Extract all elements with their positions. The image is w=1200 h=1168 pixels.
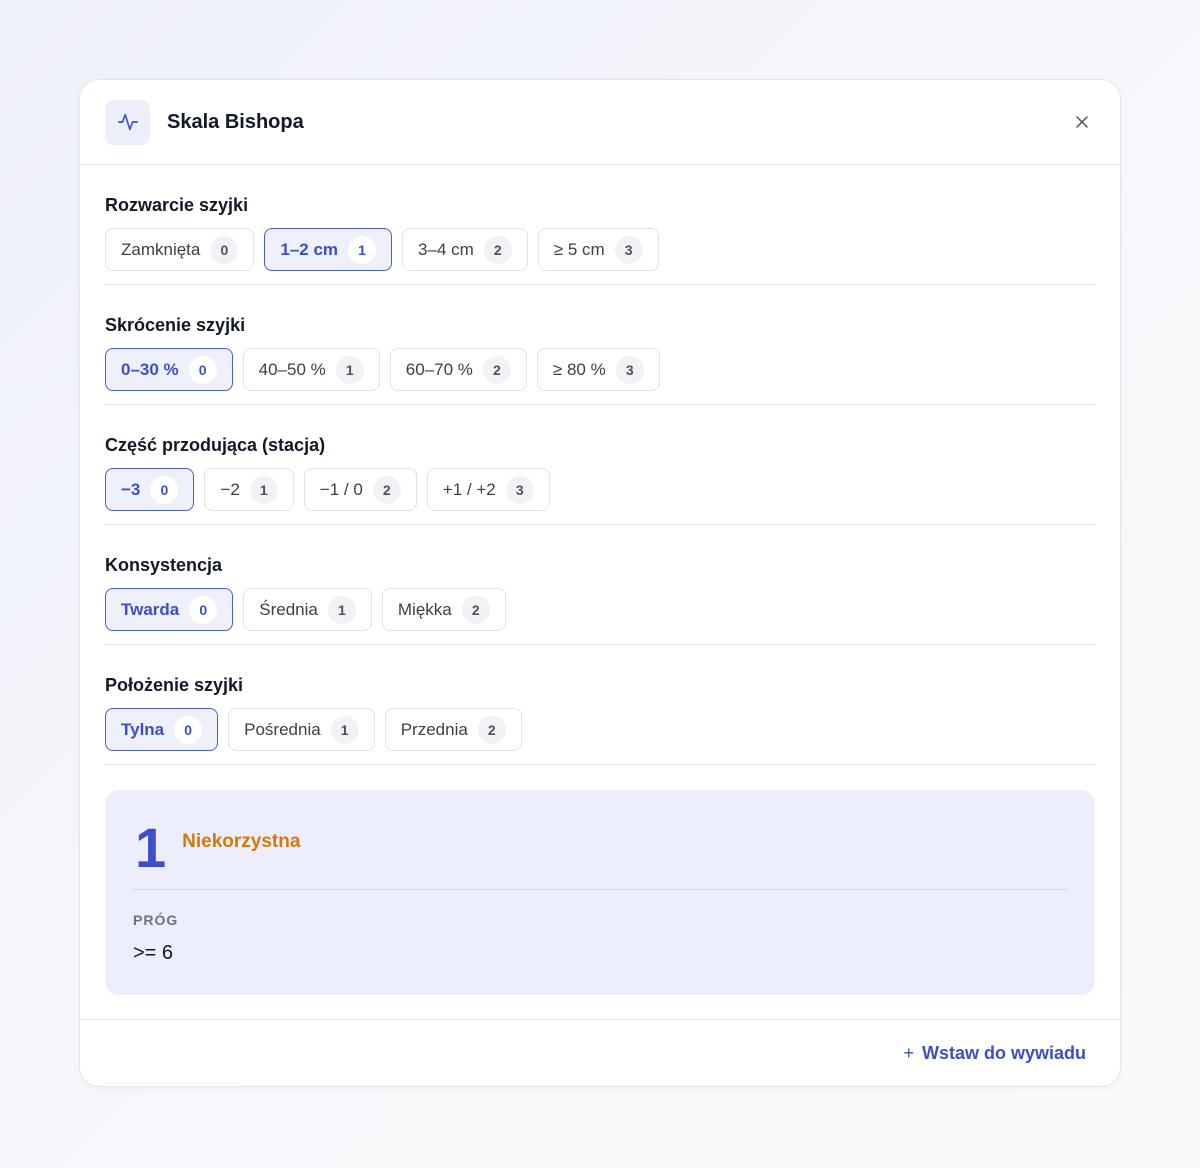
- option-button[interactable]: Pośrednia 1: [228, 708, 375, 751]
- criterion-label: Konsystencja: [105, 555, 223, 575]
- option-button[interactable]: 60–70 % 2: [389, 348, 527, 391]
- result-summary: 1 Niekorzystna: [133, 810, 1067, 890]
- plus-icon: +: [903, 1042, 914, 1063]
- threshold-value: >= 6: [133, 942, 174, 964]
- result-panel: 1 Niekorzystna PRÓG >= 6: [105, 790, 1095, 995]
- option-score-badge: 2: [482, 355, 511, 384]
- option-label: 1–2 cm: [280, 239, 339, 259]
- insert-into-history-button[interactable]: + Wstaw do wywiadu: [903, 1043, 1086, 1064]
- option-button[interactable]: ≥ 80 % 3: [536, 348, 660, 391]
- bishop-score-card: Skala Bishopa Rozwarcie szyjki Zamknięta 0…: [79, 79, 1121, 1087]
- option-button[interactable]: ≥ 5 cm 3: [537, 228, 659, 271]
- option-label: −1 / 0: [319, 479, 363, 499]
- option-label: 3–4 cm: [418, 239, 474, 259]
- card-header: Skala Bishopa: [80, 80, 1120, 165]
- option-score-badge: 1: [327, 595, 356, 624]
- criteria-list: Rozwarcie szyjki Zamknięta 0 1–2 cm 1 3–4 cm 2…: [80, 165, 1120, 765]
- insert-button-label: Wstaw do wywiadu: [921, 1042, 1086, 1063]
- option-score-badge: 0: [174, 715, 203, 744]
- option-label: 40–50 %: [258, 359, 326, 379]
- page-title: Skala Bishopa: [167, 110, 304, 133]
- threshold-label: PRÓG: [133, 912, 179, 928]
- option-group: Tylna 0 Pośrednia 1 Przednia 2: [105, 708, 1095, 751]
- option-button[interactable]: Twarda 0: [105, 588, 234, 631]
- criterion-label: Rozwarcie szyjki: [105, 195, 249, 215]
- close-icon[interactable]: [1070, 110, 1094, 134]
- option-score-badge: 0: [188, 355, 217, 384]
- option-button[interactable]: Tylna 0: [105, 708, 219, 751]
- option-button[interactable]: Zamknięta 0: [105, 228, 255, 271]
- option-label: Pośrednia: [244, 719, 321, 739]
- option-label: −3: [121, 479, 141, 499]
- criterion-section: Konsystencja Twarda 0 Średnia 1 Miękka 2: [105, 525, 1095, 645]
- option-label: +1 / +2: [442, 479, 496, 499]
- option-score-badge: 0: [210, 235, 239, 264]
- option-group: Twarda 0 Średnia 1 Miękka 2: [105, 588, 1095, 631]
- criterion-section: Skrócenie szyjki 0–30 % 0 40–50 % 1 60–70 % 2 ≥…: [105, 285, 1095, 405]
- option-label: 0–30 %: [121, 359, 179, 379]
- total-score: 1: [135, 815, 167, 879]
- option-label: −2: [220, 479, 240, 499]
- option-button[interactable]: −1 / 0 2: [303, 468, 417, 511]
- card-footer: + Wstaw do wywiadu: [80, 1019, 1120, 1086]
- option-label: Miękka: [397, 599, 452, 619]
- option-score-badge: 2: [461, 595, 490, 624]
- option-label: Zamknięta: [121, 239, 201, 259]
- option-score-badge: 0: [189, 595, 218, 624]
- option-score-badge: 1: [348, 235, 377, 264]
- option-score-badge: 2: [483, 235, 512, 264]
- option-label: Tylna: [121, 719, 165, 739]
- criterion-section: Rozwarcie szyjki Zamknięta 0 1–2 cm 1 3–4 cm 2…: [105, 165, 1095, 285]
- option-label: ≥ 5 cm: [553, 239, 605, 259]
- option-button[interactable]: +1 / +2 3: [426, 468, 550, 511]
- option-score-badge: 0: [150, 475, 179, 504]
- option-score-badge: 3: [615, 355, 644, 384]
- option-button[interactable]: −2 1: [204, 468, 294, 511]
- criterion-label: Skrócenie szyjki: [105, 315, 246, 335]
- criterion-label: Położenie szyjki: [105, 675, 244, 695]
- criterion-label: Część przodująca (stacja): [105, 435, 326, 455]
- criterion-section: Położenie szyjki Tylna 0 Pośrednia 1 Przednia…: [105, 645, 1095, 765]
- option-label: Średnia: [259, 599, 318, 619]
- option-button[interactable]: 3–4 cm 2: [402, 228, 528, 271]
- option-group: Zamknięta 0 1–2 cm 1 3–4 cm 2 ≥ 5 cm 3: [105, 228, 1095, 271]
- option-score-badge: 1: [330, 715, 359, 744]
- option-score-badge: 2: [372, 475, 401, 504]
- criterion-section: Część przodująca (stacja) −3 0 −2 1 −1 / 0 2 +1…: [105, 405, 1095, 525]
- option-button[interactable]: Przednia 2: [384, 708, 522, 751]
- option-group: −3 0 −2 1 −1 / 0 2 +1 / +2 3: [105, 468, 1095, 511]
- activity-icon: [105, 99, 150, 145]
- option-group: 0–30 % 0 40–50 % 1 60–70 % 2 ≥ 80 % 3: [105, 348, 1095, 391]
- option-button[interactable]: 0–30 % 0: [105, 348, 233, 391]
- option-score-badge: 3: [505, 475, 534, 504]
- option-score-badge: 1: [335, 355, 364, 384]
- option-score-badge: 2: [477, 715, 506, 744]
- option-score-badge: 1: [249, 475, 278, 504]
- option-button[interactable]: Średnia 1: [243, 588, 372, 631]
- option-label: 60–70 %: [405, 359, 473, 379]
- option-button[interactable]: −3 0: [105, 468, 195, 511]
- option-label: Twarda: [121, 599, 180, 619]
- option-button[interactable]: 40–50 % 1: [242, 348, 380, 391]
- option-score-badge: 3: [614, 235, 643, 264]
- option-button[interactable]: Miękka 2: [381, 588, 506, 631]
- result-verdict: Niekorzystna: [182, 830, 301, 852]
- option-label: Przednia: [400, 719, 468, 739]
- option-button[interactable]: 1–2 cm 1: [264, 228, 393, 271]
- option-label: ≥ 80 %: [552, 359, 606, 379]
